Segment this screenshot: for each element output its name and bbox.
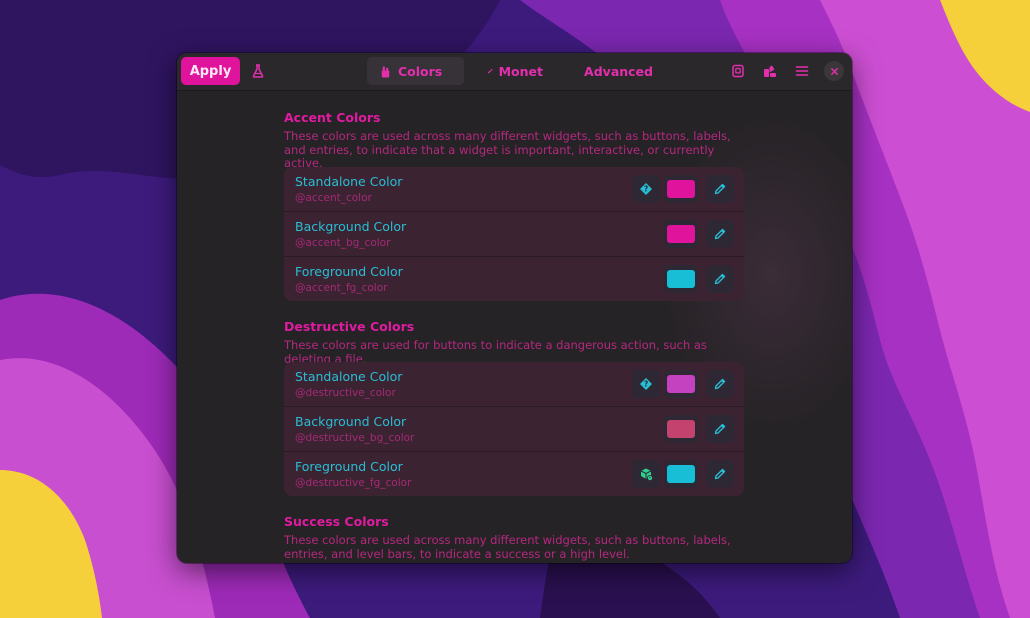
pencil-icon (714, 183, 726, 195)
accent-color-card: Standalone Color @accent_color ? Backgro… (284, 167, 744, 301)
color-row-accent-background: Background Color @accent_bg_color (284, 212, 744, 257)
pencil-icon (714, 273, 726, 285)
row-variable: @destructive_fg_color (295, 477, 412, 489)
headerbar: Apply Colors Monet Advanced (177, 53, 852, 91)
row-title: Standalone Color (295, 174, 403, 189)
edit-button[interactable] (706, 415, 734, 443)
section-title-accent: Accent Colors (284, 110, 381, 125)
gear-icon (577, 70, 578, 72)
tab-colors-label: Colors (398, 63, 443, 79)
tab-colors[interactable]: Colors (367, 57, 464, 85)
row-variable: @accent_fg_color (295, 282, 388, 294)
pencil-icon (714, 423, 726, 435)
edit-button[interactable] (706, 265, 734, 293)
color-row-accent-standalone: Standalone Color @accent_color ? (284, 167, 744, 212)
row-title: Foreground Color (295, 459, 403, 474)
section-title-success: Success Colors (284, 514, 389, 529)
section-desc-success: These colors are used across many differ… (284, 533, 731, 561)
presets-icon[interactable] (724, 57, 752, 85)
help-button[interactable]: ? (632, 370, 660, 398)
destructive-color-card: Standalone Color @destructive_color ? Ba… (284, 362, 744, 496)
color-row-destructive-foreground: Foreground Color @destructive_fg_color (284, 452, 744, 496)
app-window: Apply Colors Monet Advanced Accent Color… (177, 53, 852, 563)
edit-button[interactable] (706, 370, 734, 398)
pencil-icon (714, 468, 726, 480)
color-swatch-button[interactable] (664, 265, 698, 293)
tab-monet-label: Monet (498, 63, 543, 79)
color-row-destructive-standalone: Standalone Color @destructive_color ? (284, 362, 744, 407)
help-button[interactable]: ? (632, 175, 660, 203)
apply-button[interactable]: Apply (181, 57, 240, 85)
color-row-destructive-background: Background Color @destructive_bg_color (284, 407, 744, 452)
edit-button[interactable] (706, 460, 734, 488)
color-swatch-button[interactable] (664, 220, 698, 248)
pencil-icon (714, 228, 726, 240)
color-swatch-button[interactable] (664, 175, 698, 203)
tab-advanced-label: Advanced (584, 63, 653, 79)
color-swatch-button[interactable] (664, 370, 698, 398)
close-icon (830, 67, 838, 75)
contrast-warning-icon (640, 468, 653, 481)
row-title: Foreground Color (295, 264, 403, 279)
row-title: Standalone Color (295, 369, 403, 384)
color-swatch-button[interactable] (664, 415, 698, 443)
pencil-icon (714, 378, 726, 390)
tab-monet[interactable]: Monet (475, 57, 555, 85)
color-swatch (667, 180, 695, 198)
edit-button[interactable] (706, 220, 734, 248)
paint-bucket-icon (381, 65, 390, 78)
flask-icon[interactable] (244, 57, 272, 85)
section-title-destructive: Destructive Colors (284, 319, 415, 334)
row-variable: @accent_color (295, 192, 372, 204)
color-swatch (667, 420, 695, 438)
color-swatch (667, 465, 695, 483)
row-title: Background Color (295, 219, 407, 234)
color-swatch-button[interactable] (664, 460, 698, 488)
section-desc-accent: These colors are used across many differ… (284, 129, 731, 170)
edit-button[interactable] (706, 175, 734, 203)
row-variable: @destructive_color (295, 387, 396, 399)
row-variable: @destructive_bg_color (295, 432, 415, 444)
help-icon: ? (640, 378, 652, 390)
palette-icon[interactable] (756, 57, 784, 85)
row-title: Background Color (295, 414, 407, 429)
svg-text:?: ? (644, 380, 648, 389)
row-variable: @accent_bg_color (295, 237, 391, 249)
close-button[interactable] (824, 61, 844, 81)
color-swatch (667, 270, 695, 288)
contrast-warning-button[interactable] (632, 460, 660, 488)
svg-text:?: ? (644, 185, 648, 194)
help-icon: ? (640, 183, 652, 195)
menu-icon[interactable] (788, 57, 816, 85)
tab-advanced[interactable]: Advanced (565, 57, 665, 85)
eyedropper-icon (487, 68, 493, 74)
color-swatch (667, 225, 695, 243)
color-row-accent-foreground: Foreground Color @accent_fg_color (284, 257, 744, 301)
color-swatch (667, 375, 695, 393)
